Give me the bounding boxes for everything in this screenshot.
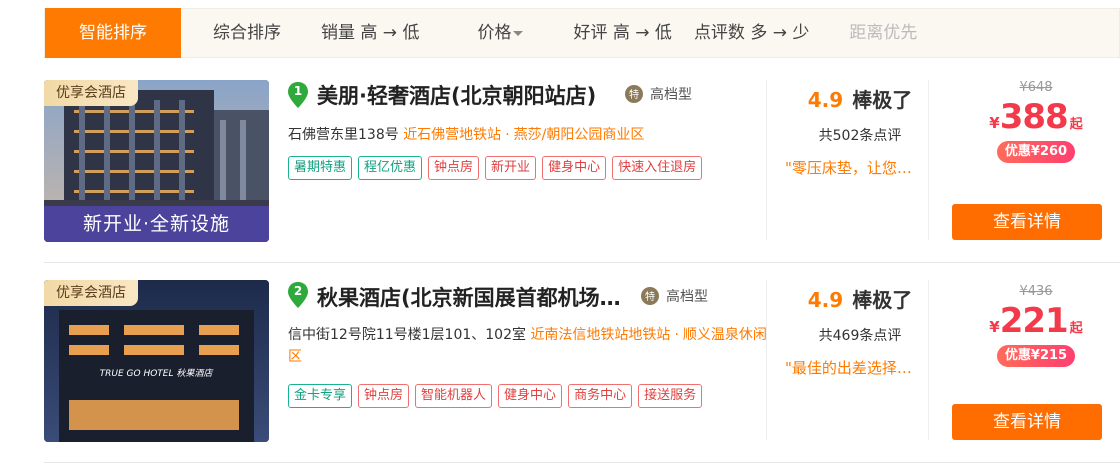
review-quote: "最佳的出差选择… <box>785 359 912 377</box>
feature-tag: 程亿优惠 <box>358 156 423 180</box>
feature-tag: 暑期特惠 <box>288 156 353 180</box>
nearby-station[interactable]: 近南法信地铁站地铁站 <box>530 327 670 343</box>
photo-promo-text: 新开业·全新设施 <box>44 206 269 242</box>
current-price: ¥221 起 <box>952 301 1120 341</box>
review-count[interactable]: 共469条点评 <box>775 325 945 345</box>
rating-word: 棒极了 <box>852 88 913 112</box>
feature-tag: 钟点房 <box>428 156 480 180</box>
hotel-photo[interactable]: 优享会酒店 新开业·全新设施 <box>44 80 269 242</box>
currency-symbol: ¥ <box>989 318 1000 336</box>
currency-symbol: ¥ <box>989 114 1000 132</box>
hotel-sign-text: TRUE GO HOTEL 秋果酒店 <box>100 368 215 379</box>
sort-tab-smart[interactable]: 智能排序 <box>45 8 181 58</box>
hotel-name[interactable]: 美朋·轻奢酒店(北京朝阳站店) <box>317 80 596 110</box>
rating-word: 棒极了 <box>852 288 913 312</box>
svg-text:特: 特 <box>645 291 655 303</box>
hotel-tags: 暑期特惠 程亿优惠 钟点房 新开业 健身中心 快速入住退房 <box>288 156 703 180</box>
medal-icon: 特 <box>625 85 643 103</box>
sort-tab-distance[interactable]: 距离优先 <box>829 8 937 58</box>
feature-tag: 健身中心 <box>542 156 607 180</box>
hotel-photo[interactable]: TRUE GO HOTEL 秋果酒店 优享会酒店 <box>44 280 269 442</box>
feature-tag: 智能机器人 <box>415 384 493 408</box>
rating-score: 4.9 <box>807 288 844 312</box>
feature-tag: 钟点房 <box>358 384 410 408</box>
discount-badge: 优惠¥260 <box>996 141 1076 163</box>
sort-tab-reviews[interactable]: 点评数 多 → 少 <box>692 8 829 58</box>
feature-tag: 健身中心 <box>498 384 563 408</box>
rank-number: 1 <box>293 84 303 98</box>
original-price: ¥648 <box>1019 80 1053 95</box>
divider <box>766 280 767 440</box>
price-value: 388 <box>999 97 1069 137</box>
sort-tab-overall[interactable]: 综合排序 <box>193 8 301 58</box>
divider <box>766 80 767 240</box>
hotel-card: TRUE GO HOTEL 秋果酒店 优享会酒店 2 秋果酒店(北京新国展首都机… <box>44 272 1120 462</box>
hotel-grade: 特 高档型 <box>640 286 708 306</box>
current-price: ¥388 起 <box>952 97 1120 137</box>
price-block: ¥648 ¥388 起 优惠¥260 <box>952 80 1120 163</box>
view-details-button[interactable]: 查看详情 <box>952 404 1102 440</box>
feature-tag: 金卡专享 <box>288 384 353 408</box>
price-block: ¥436 ¥221 起 优惠¥215 <box>952 284 1120 367</box>
hotel-card: 优享会酒店 新开业·全新设施 1 美朋·轻奢酒店(北京朝阳站店) 特 高档型 石… <box>44 68 1120 258</box>
original-price: ¥436 <box>1019 284 1053 299</box>
rating-block: 4.9 棒极了 共502条点评 "零压床垫，让您… <box>775 84 945 178</box>
sort-tab-price[interactable]: 价格 <box>439 8 553 58</box>
separator-dot: · <box>674 327 679 343</box>
hotel-address: 石佛营东里138号 近石佛营地铁站 · 燕莎/朝阳公园商业区 <box>288 124 644 146</box>
card-separator <box>44 262 1120 263</box>
feature-tag: 新开业 <box>485 156 537 180</box>
discount-badge: 优惠¥215 <box>996 345 1076 367</box>
address-text: 信中街12号院11号楼1层101、102室 <box>288 327 526 343</box>
feature-tag: 接送服务 <box>638 384 703 408</box>
review-quote: "零压床垫，让您… <box>785 159 912 177</box>
hotel-name[interactable]: 秋果酒店(北京新国展首都机场… <box>317 282 621 312</box>
divider <box>928 280 929 440</box>
feature-tag: 商务中心 <box>568 384 633 408</box>
rating-score: 4.9 <box>807 88 844 112</box>
sort-bar: 智能排序 综合排序 销量 高 → 低 价格 好评 高 → 低 点评数 多 → 少… <box>44 8 1120 58</box>
divider <box>928 80 929 240</box>
feature-tag: 快速入住退房 <box>612 156 703 180</box>
hotel-grade-label: 高档型 <box>666 289 708 305</box>
member-hotel-badge: 优享会酒店 <box>44 280 138 306</box>
separator-dot: · <box>505 127 510 143</box>
rank-number: 2 <box>293 284 303 298</box>
sort-tab-rating[interactable]: 好评 高 → 低 <box>553 8 691 58</box>
review-count[interactable]: 共502条点评 <box>775 125 945 145</box>
hotel-grade-label: 高档型 <box>650 87 692 103</box>
svg-text:特: 特 <box>629 89 639 101</box>
sort-tab-price-label: 价格 <box>477 23 512 43</box>
rank-pin-icon: 2 <box>288 282 308 308</box>
price-value: 221 <box>999 301 1069 341</box>
member-hotel-badge: 优享会酒店 <box>44 80 138 106</box>
address-text: 石佛营东里138号 <box>288 127 399 143</box>
price-suffix: 起 <box>1069 321 1083 336</box>
hotel-grade: 特 高档型 <box>624 84 692 104</box>
price-suffix: 起 <box>1069 117 1083 132</box>
rating-block: 4.9 棒极了 共469条点评 "最佳的出差选择… <box>775 284 945 378</box>
card-separator <box>44 462 1120 463</box>
view-details-button[interactable]: 查看详情 <box>952 204 1102 240</box>
business-area[interactable]: 燕莎/朝阳公园商业区 <box>514 127 645 143</box>
caret-down-icon <box>513 30 524 36</box>
nearby-station[interactable]: 近石佛营地铁站 <box>403 127 501 143</box>
rank-pin-icon: 1 <box>288 82 308 108</box>
medal-icon: 特 <box>641 287 659 305</box>
hotel-address: 信中街12号院11号楼1层101、102室 近南法信地铁站地铁站 · 顺义温泉休闲区 <box>288 324 768 368</box>
sort-tab-sales[interactable]: 销量 高 → 低 <box>301 8 439 58</box>
hotel-tags: 金卡专享 钟点房 智能机器人 健身中心 商务中心 接送服务 <box>288 384 703 408</box>
